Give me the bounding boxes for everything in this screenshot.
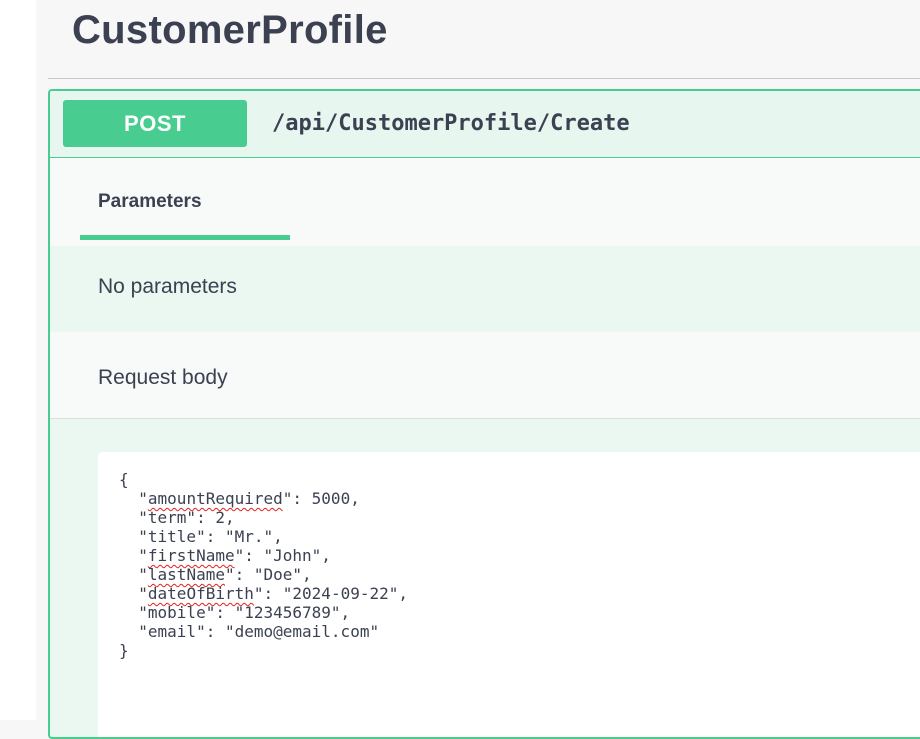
request-body-label: Request body [98, 366, 228, 389]
json-line: "title": "Mr.", [119, 527, 283, 546]
json-line: "lastName": "Doe", [119, 565, 312, 584]
active-tab-indicator [80, 235, 290, 240]
json-line: } [119, 641, 129, 660]
spellcheck-key: firstName [147, 546, 235, 565]
json-line: "amountRequired": 5000, [119, 489, 360, 508]
endpoint-path: /api/CustomerProfile/Create [272, 111, 630, 136]
section-title: CustomerProfile [72, 8, 388, 52]
json-line: "term": 2, [119, 508, 235, 527]
json-line: { [119, 470, 129, 489]
json-line: "firstName": "John", [119, 546, 331, 565]
request-body-header: Request body [50, 332, 920, 419]
method-badge-post: POST [63, 100, 247, 147]
spellcheck-key: amountRequired [147, 489, 283, 508]
operation-block-post: POST /api/CustomerProfile/Create Paramet… [48, 89, 920, 739]
tab-header: Parameters [50, 158, 920, 246]
json-line: "dateOfBirth": "2024-09-22", [119, 584, 408, 603]
tab-parameters[interactable]: Parameters [98, 191, 202, 213]
request-body-editor[interactable]: { "amountRequired": 5000, "term": 2, "ti… [98, 452, 920, 737]
no-parameters-text: No parameters [98, 275, 237, 298]
section-divider [48, 78, 920, 79]
spellcheck-key: dateOfBirth [147, 584, 254, 603]
json-line: "email": "demo@email.com" [119, 622, 380, 641]
spellcheck-key: lastName [147, 565, 225, 584]
left-margin [0, 0, 36, 720]
json-line: "mobile": "123456789", [119, 603, 351, 622]
operation-summary[interactable]: POST /api/CustomerProfile/Create [50, 91, 920, 158]
